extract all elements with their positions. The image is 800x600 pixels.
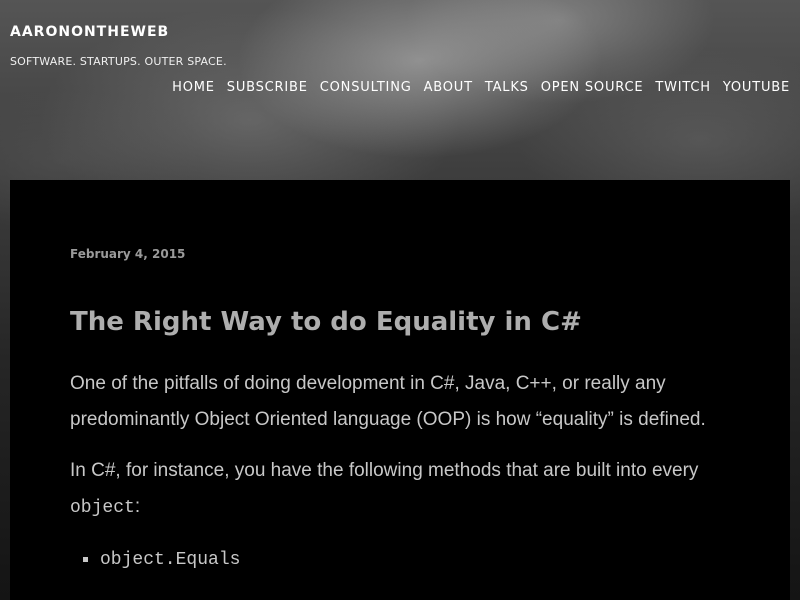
main-navigation: HOME SUBSCRIBE CONSULTING ABOUT TALKS OP… — [172, 80, 790, 95]
nav-item-open-source[interactable]: OPEN SOURCE — [541, 80, 644, 95]
site-header: AARONONTHEWEB SOFTWARE. STARTUPS. OUTER … — [0, 0, 800, 180]
post-content-area: February 4, 2015 The Right Way to do Equ… — [10, 180, 790, 600]
nav-item-youtube[interactable]: YOUTUBE — [723, 80, 790, 95]
post-paragraph-intro: One of the pitfalls of doing development… — [70, 373, 706, 430]
nav-item-consulting[interactable]: CONSULTING — [320, 80, 412, 95]
methods-list: object.Equals — [70, 541, 710, 578]
paragraph-text: In C#, for instance, you have the follow… — [70, 460, 699, 481]
paragraph-colon: : — [134, 496, 141, 517]
nav-item-twitch[interactable]: TWITCH — [655, 80, 710, 95]
post-date[interactable]: February 4, 2015 — [70, 247, 185, 261]
nav-item-talks[interactable]: TALKS — [485, 80, 529, 95]
nav-item-about[interactable]: ABOUT — [424, 80, 473, 95]
list-item-code: object.Equals — [100, 550, 241, 570]
inline-code-object: object — [70, 498, 135, 518]
post-body: One of the pitfalls of doing development… — [70, 366, 710, 578]
site-title-link[interactable]: AARONONTHEWEB — [10, 24, 169, 40]
post-paragraph-methods: In C#, for instance, you have the follow… — [70, 453, 710, 526]
nav-item-home[interactable]: HOME — [172, 80, 215, 95]
list-item: object.Equals — [100, 541, 710, 578]
site-tagline: SOFTWARE. STARTUPS. OUTER SPACE. — [10, 55, 227, 68]
nav-item-subscribe[interactable]: SUBSCRIBE — [227, 80, 308, 95]
post-title: The Right Way to do Equality in C# — [70, 307, 582, 337]
